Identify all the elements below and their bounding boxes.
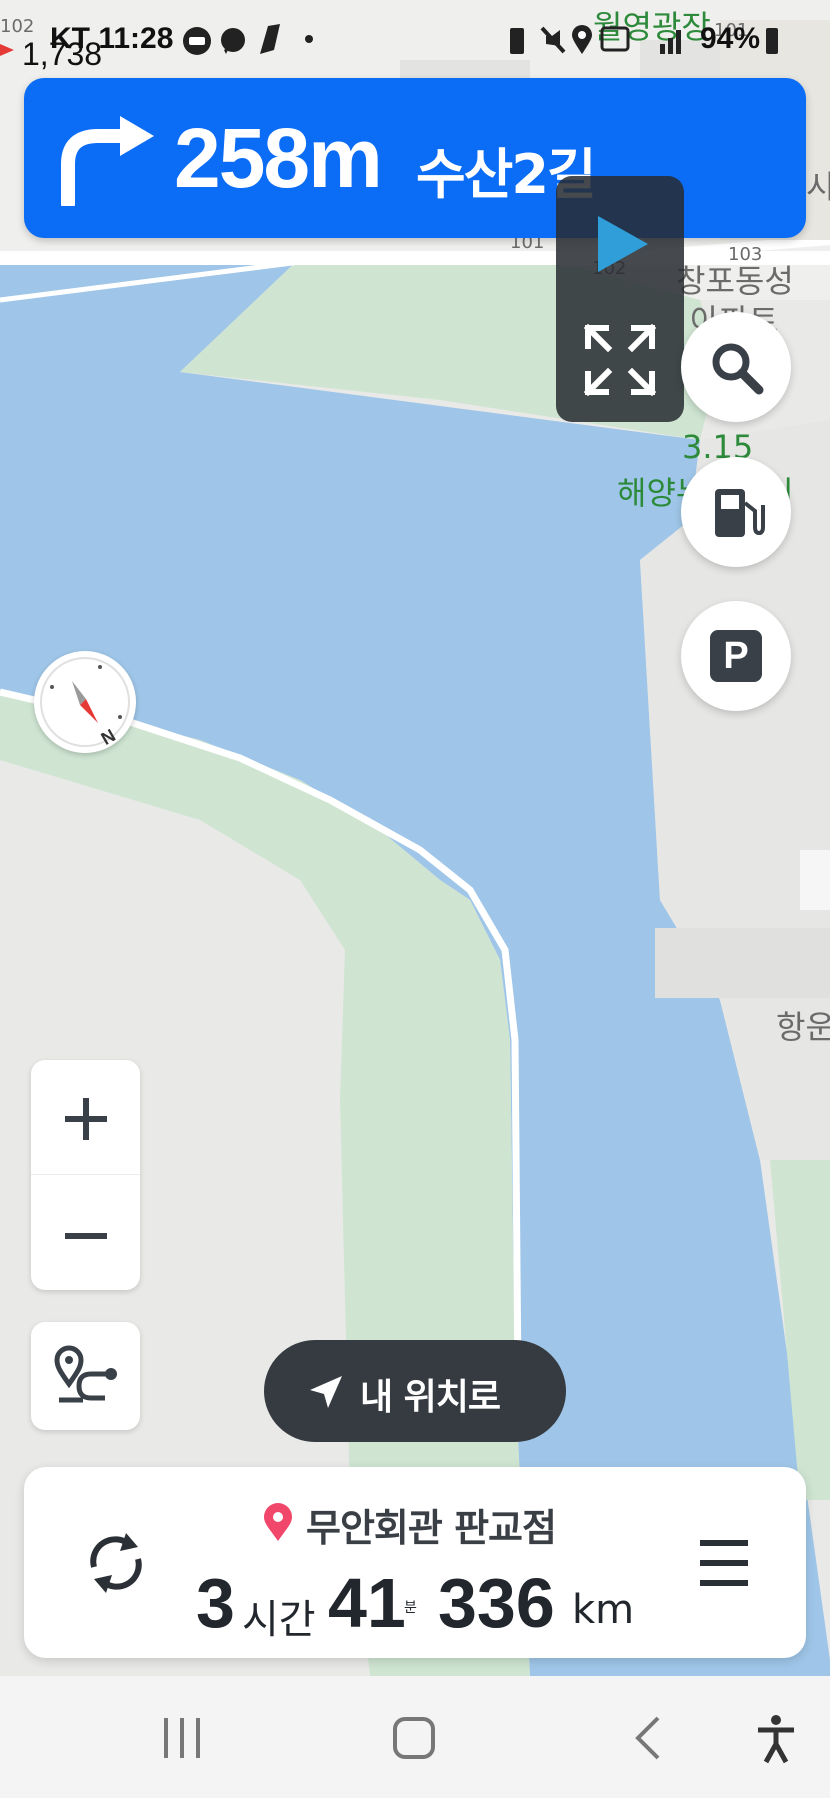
- navigation-screen: 월영광장 창포동성 아파트 3.15 해양누리공원 항운 101 101 102…: [0, 0, 830, 1798]
- network-icon: [600, 26, 630, 52]
- back-icon[interactable]: [632, 1716, 662, 1760]
- play-icon[interactable]: [594, 214, 650, 274]
- floating-overlay-panel[interactable]: [556, 176, 684, 422]
- car-icon: [183, 27, 211, 55]
- search-icon: [712, 343, 764, 395]
- eta-hours-unit: 시간: [242, 1597, 316, 1643]
- navigation-arrow-icon: [310, 1376, 342, 1408]
- route-summary-card[interactable]: 무안회관 판교점 3 시간 41 분 336 km: [24, 1467, 806, 1658]
- compass-button[interactable]: N: [34, 651, 136, 753]
- map-label-building: 103: [728, 244, 763, 265]
- more-notifications-icon: [305, 35, 313, 43]
- app-icon: [260, 24, 280, 54]
- notification-icon: [0, 44, 14, 56]
- gas-station-icon: [715, 489, 765, 537]
- menu-icon: [700, 1540, 748, 1586]
- map-label-port: 항운: [776, 1008, 830, 1046]
- battery-icon: [766, 28, 778, 54]
- remaining-distance-unit: km: [572, 1587, 635, 1633]
- expand-icon[interactable]: [584, 324, 656, 396]
- turn-right-arrow-icon: [61, 116, 154, 206]
- parking-icon: P: [710, 630, 762, 682]
- search-button[interactable]: [681, 312, 791, 422]
- carrier-time: KT 11:28: [50, 22, 174, 55]
- map-label-edge: 시: [806, 168, 830, 206]
- turn-instruction-banner[interactable]: 258m 수산2길: [24, 78, 806, 238]
- my-location-label: 내 위치로: [360, 1377, 501, 1418]
- zoom-controls: [31, 1060, 140, 1290]
- plus-icon: [65, 1098, 107, 1140]
- turn-distance: 258m: [174, 111, 383, 205]
- battery-percent: 94%: [700, 22, 761, 55]
- destination-pin-icon: [264, 1503, 292, 1541]
- zoom-in-button[interactable]: [31, 1060, 140, 1174]
- eta-minutes-unit: 분: [404, 1600, 417, 1616]
- remaining-distance: 336: [438, 1564, 555, 1642]
- destination-name: 무안회관 판교점: [306, 1506, 557, 1550]
- eta-minutes: 41: [328, 1564, 406, 1642]
- battery-saver-icon: [510, 28, 524, 54]
- eta-hours: 3: [196, 1564, 235, 1642]
- route-overview-button[interactable]: [31, 1322, 140, 1430]
- my-location-button[interactable]: 내 위치로: [264, 1340, 566, 1442]
- refresh-icon: [90, 1533, 142, 1593]
- accessibility-icon[interactable]: [756, 1714, 796, 1764]
- route-icon: [54, 1345, 117, 1403]
- zoom-out-button[interactable]: [31, 1175, 140, 1290]
- compass-icon: [40, 657, 130, 747]
- menu-button[interactable]: [694, 1535, 754, 1591]
- status-bar: 1,738 KT 11:28 94%: [0, 0, 830, 72]
- mute-icon: [540, 26, 566, 54]
- system-navigation-bar: [0, 1676, 830, 1798]
- minus-icon: [65, 1233, 107, 1239]
- location-status-icon: [572, 25, 592, 54]
- home-icon[interactable]: [392, 1716, 436, 1760]
- gas-station-button[interactable]: [681, 457, 791, 567]
- recent-apps-icon[interactable]: [162, 1716, 202, 1760]
- chat-icon: [221, 28, 245, 54]
- reroute-button[interactable]: [76, 1523, 156, 1603]
- parking-button[interactable]: P: [681, 601, 791, 711]
- signal-icon: [660, 30, 681, 54]
